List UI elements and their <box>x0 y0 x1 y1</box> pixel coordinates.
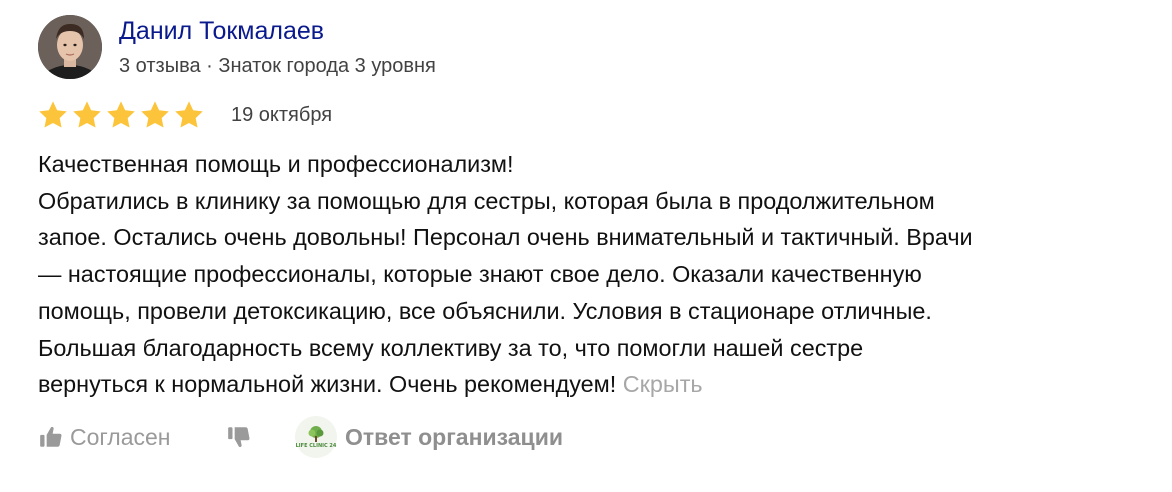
review-text: Качественная помощь и профессионализм! О… <box>38 146 1148 403</box>
org-logo: LIFE CLINIC 24 <box>295 416 337 458</box>
org-reply-toggle[interactable]: LIFE CLINIC 24 Ответ организации <box>295 416 563 458</box>
review-text-line: помощь, провели детоксикацию, все объясн… <box>38 297 932 324</box>
tree-icon <box>308 426 324 442</box>
star-icon <box>71 99 103 131</box>
review-text-line: Большая благодарность всему коллективу з… <box>38 334 864 361</box>
review-text-line: — настоящие профессионалы, которые знают… <box>38 261 922 288</box>
thumbs-down-icon <box>226 424 252 450</box>
dislike-button[interactable] <box>226 416 252 458</box>
author-meta: 3 отзыва · Знаток города 3 уровня <box>119 55 436 77</box>
review-text-line: Качественная помощь и профессионализм! <box>38 151 514 177</box>
star-icon <box>173 99 205 131</box>
star-icon <box>139 99 171 131</box>
review-text-line: Обратились в клинику за помощью для сест… <box>38 187 935 214</box>
like-label: Согласен <box>70 423 171 450</box>
review-text-last-line: вернуться к нормальной жизни. Очень реко… <box>38 366 1148 403</box>
star-icon <box>37 99 69 131</box>
review-card: Данил Токмалаев 3 отзыва · Знаток города… <box>0 0 1172 492</box>
avatar[interactable] <box>38 15 102 79</box>
avatar-photo <box>38 15 102 79</box>
like-button[interactable]: Согласен <box>38 416 171 458</box>
review-date: 19 октября <box>231 104 333 126</box>
rating-stars <box>37 99 205 131</box>
review-actions: Согласен LIFE CLINIC 24 Ответ организаци… <box>38 416 738 458</box>
org-reply-label: Ответ организации <box>345 423 563 450</box>
author-name-link[interactable]: Данил Токмалаев <box>119 15 324 47</box>
hide-review-link[interactable]: Скрыть <box>623 371 703 397</box>
thumbs-up-icon <box>38 424 64 450</box>
star-icon <box>105 99 137 131</box>
review-text-line: вернуться к нормальной жизни. Очень реко… <box>38 371 617 398</box>
review-text-line: запое. Остались очень довольны! Персонал… <box>38 224 973 251</box>
org-logo-text: LIFE CLINIC 24 <box>295 443 337 449</box>
